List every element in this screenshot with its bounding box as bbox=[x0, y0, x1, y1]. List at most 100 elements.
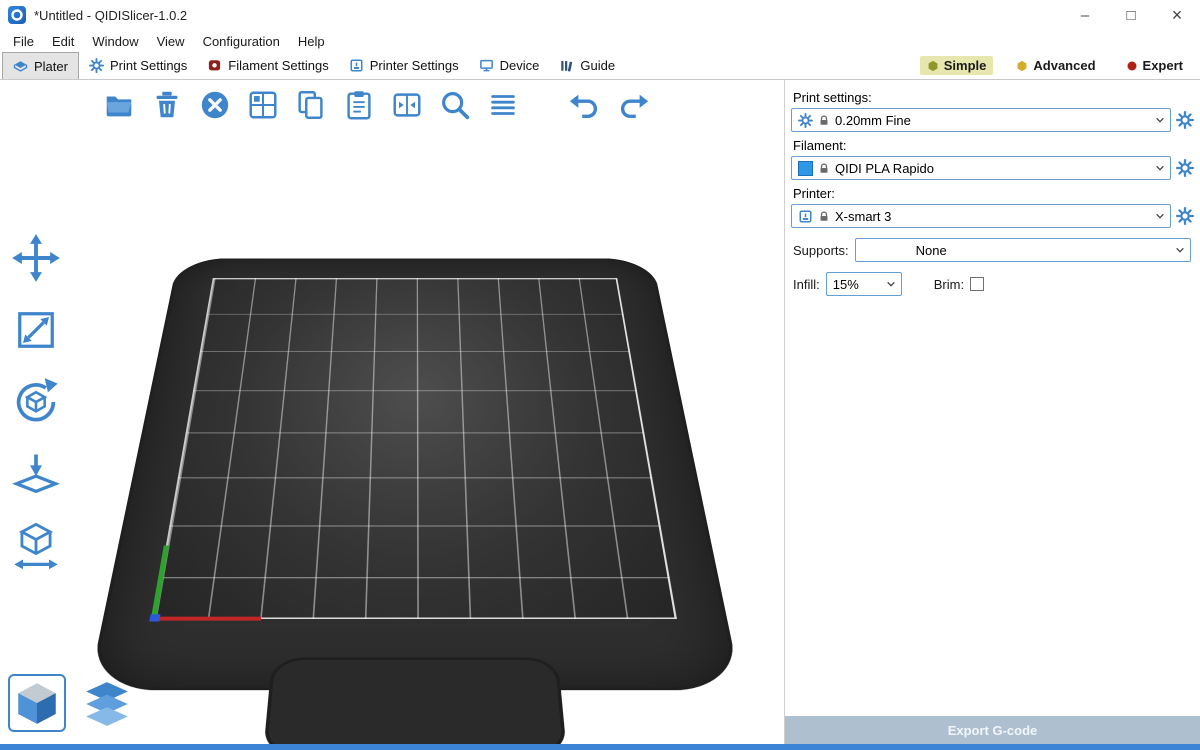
mode-simple-label: Simple bbox=[944, 58, 987, 73]
brim-checkbox[interactable] bbox=[970, 277, 984, 291]
mode-simple[interactable]: Simple bbox=[920, 56, 994, 75]
filament-value: QIDI PLA Rapido bbox=[835, 161, 934, 176]
infill-value: 15% bbox=[833, 277, 859, 292]
supports-label: Supports: bbox=[793, 243, 849, 258]
redo-icon[interactable] bbox=[614, 86, 652, 124]
menu-view[interactable]: View bbox=[148, 30, 194, 52]
export-gcode-button[interactable]: Export G-code bbox=[785, 716, 1200, 744]
print-bed-handle bbox=[263, 658, 567, 744]
advanced-mode-icon bbox=[1016, 60, 1028, 72]
tab-plater[interactable]: Plater bbox=[2, 52, 79, 79]
tab-filament-settings-label: Filament Settings bbox=[228, 58, 328, 73]
viewport-3d[interactable] bbox=[0, 80, 784, 744]
tab-filament-settings[interactable]: Filament Settings bbox=[197, 52, 338, 79]
edit-printer-gear-icon[interactable] bbox=[1176, 207, 1194, 225]
gear-icon bbox=[798, 113, 813, 128]
view-toolbar bbox=[8, 674, 136, 732]
chevron-down-icon bbox=[1155, 213, 1165, 220]
rotate-icon[interactable] bbox=[8, 374, 64, 430]
filament-label: Filament: bbox=[793, 138, 1196, 153]
print-settings-value: 0.20mm Fine bbox=[835, 113, 911, 128]
mode-expert-label: Expert bbox=[1143, 58, 1183, 73]
settings-sidebar: Print settings: 0.20mm Fine Filament: QI… bbox=[784, 80, 1200, 744]
printer-value: X-smart 3 bbox=[835, 209, 891, 224]
tab-guide[interactable]: Guide bbox=[549, 52, 625, 79]
delete-icon[interactable] bbox=[148, 86, 186, 124]
open-folder-icon[interactable] bbox=[100, 86, 138, 124]
filament-color-swatch bbox=[798, 161, 813, 176]
printer-label: Printer: bbox=[793, 186, 1196, 201]
infill-label: Infill: bbox=[793, 277, 820, 292]
tab-guide-label: Guide bbox=[580, 58, 615, 73]
tab-device-label: Device bbox=[500, 58, 540, 73]
mode-advanced-label: Advanced bbox=[1033, 58, 1095, 73]
close-button[interactable]: × bbox=[1154, 0, 1200, 30]
title-bar: *Untitled - QIDISlicer-1.0.2 – □ × bbox=[0, 0, 1200, 30]
scale-icon[interactable] bbox=[8, 302, 64, 358]
monitor-icon bbox=[479, 58, 494, 73]
z-axis-indicator bbox=[149, 614, 160, 621]
print-settings-combo[interactable]: 0.20mm Fine bbox=[791, 108, 1171, 132]
print-bed-grid bbox=[153, 278, 677, 619]
arrange-icon[interactable] bbox=[244, 86, 282, 124]
split-icon[interactable] bbox=[388, 86, 426, 124]
print-bed bbox=[61, 258, 770, 744]
solid-view-icon[interactable] bbox=[8, 674, 66, 732]
edit-filament-gear-icon[interactable] bbox=[1176, 159, 1194, 177]
chevron-down-icon bbox=[1155, 165, 1165, 172]
mode-advanced[interactable]: Advanced bbox=[1009, 56, 1102, 75]
undo-icon[interactable] bbox=[566, 86, 604, 124]
gizmo-toolbar bbox=[8, 230, 64, 574]
tab-plater-label: Plater bbox=[34, 59, 68, 74]
mode-switcher: Simple Advanced Expert bbox=[920, 52, 1200, 79]
tab-print-settings[interactable]: Print Settings bbox=[79, 52, 197, 79]
tab-bar: Plater Print Settings Filament Settings … bbox=[0, 52, 1200, 80]
tab-printer-settings[interactable]: Printer Settings bbox=[339, 52, 469, 79]
menu-configuration[interactable]: Configuration bbox=[194, 30, 289, 52]
lock-icon bbox=[818, 210, 830, 223]
supports-combo[interactable]: None bbox=[855, 238, 1191, 262]
move-icon[interactable] bbox=[8, 230, 64, 286]
plater-bed-icon bbox=[13, 59, 28, 74]
copy-icon[interactable] bbox=[292, 86, 330, 124]
lock-icon bbox=[818, 162, 830, 175]
infill-combo[interactable]: 15% bbox=[826, 272, 902, 296]
menu-file[interactable]: File bbox=[4, 30, 43, 52]
guide-icon bbox=[559, 58, 574, 73]
top-toolbar bbox=[100, 86, 652, 124]
app-window: *Untitled - QIDISlicer-1.0.2 – □ × File … bbox=[0, 0, 1200, 750]
search-icon[interactable] bbox=[436, 86, 474, 124]
expert-mode-icon bbox=[1126, 60, 1138, 72]
delete-all-icon[interactable] bbox=[196, 86, 234, 124]
chevron-down-icon bbox=[886, 281, 896, 288]
menu-help[interactable]: Help bbox=[289, 30, 334, 52]
lock-icon bbox=[818, 114, 830, 127]
minimize-button[interactable]: – bbox=[1062, 0, 1108, 30]
window-title: *Untitled - QIDISlicer-1.0.2 bbox=[34, 8, 187, 23]
simple-mode-icon bbox=[927, 60, 939, 72]
chevron-down-icon bbox=[1155, 117, 1165, 124]
bottom-accent-bar bbox=[0, 744, 1200, 750]
supports-value: None bbox=[916, 243, 947, 258]
maximize-button[interactable]: □ bbox=[1108, 0, 1154, 30]
layer-height-icon[interactable] bbox=[484, 86, 522, 124]
tab-print-settings-label: Print Settings bbox=[110, 58, 187, 73]
printer-icon bbox=[798, 209, 813, 224]
gear-icon bbox=[89, 58, 104, 73]
printer-combo[interactable]: X-smart 3 bbox=[791, 204, 1171, 228]
menu-bar: File Edit Window View Configuration Help bbox=[0, 30, 1200, 52]
measure-icon[interactable] bbox=[8, 518, 64, 574]
menu-window[interactable]: Window bbox=[83, 30, 147, 52]
tab-printer-settings-label: Printer Settings bbox=[370, 58, 459, 73]
app-logo-icon bbox=[8, 6, 26, 24]
paste-icon[interactable] bbox=[340, 86, 378, 124]
print-settings-label: Print settings: bbox=[793, 90, 1196, 105]
filament-icon bbox=[207, 58, 222, 73]
tab-device[interactable]: Device bbox=[469, 52, 550, 79]
mode-expert[interactable]: Expert bbox=[1119, 56, 1190, 75]
edit-print-settings-gear-icon[interactable] bbox=[1176, 111, 1194, 129]
place-on-face-icon[interactable] bbox=[8, 446, 64, 502]
menu-edit[interactable]: Edit bbox=[43, 30, 83, 52]
preview-layers-icon[interactable] bbox=[78, 674, 136, 732]
filament-combo[interactable]: QIDI PLA Rapido bbox=[791, 156, 1171, 180]
